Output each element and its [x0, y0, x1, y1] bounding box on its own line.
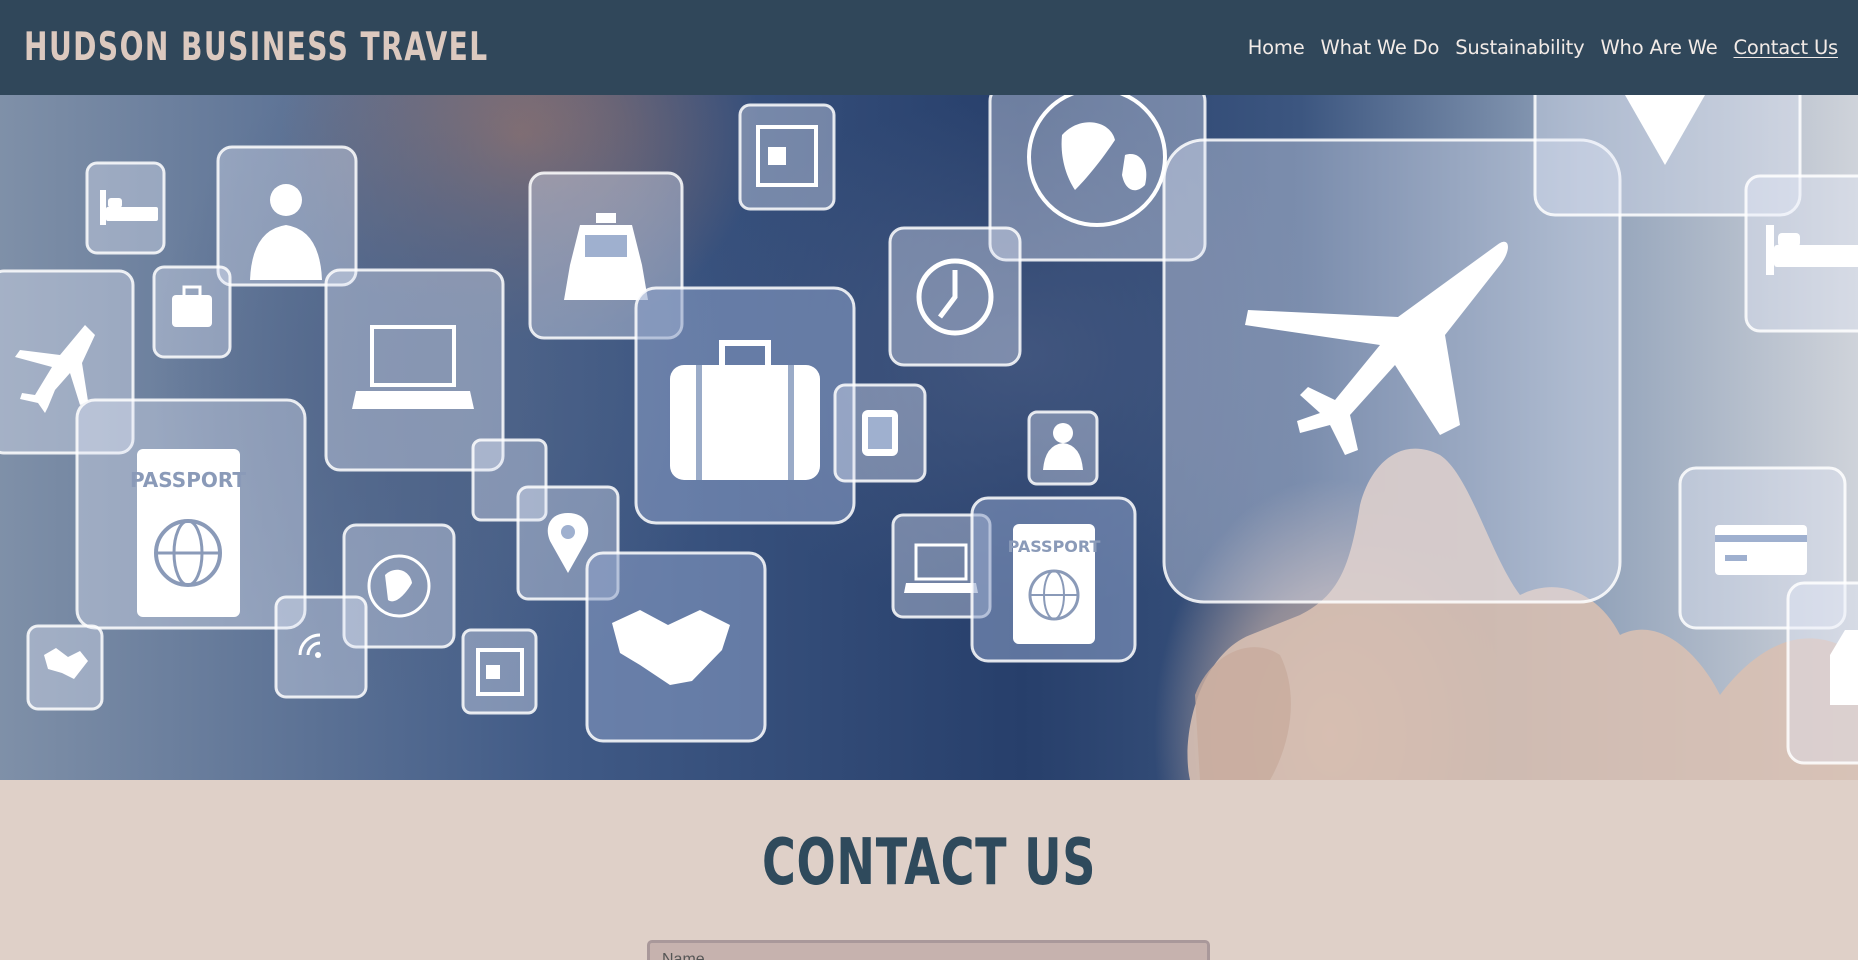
clock-icon — [888, 226, 1022, 367]
passport-icon-right: PASSPORT — [970, 496, 1137, 663]
person-icon — [216, 145, 358, 287]
svg-text:PASSPORT: PASSPORT — [130, 468, 246, 492]
contact-title-text: CONTACT US — [761, 826, 1097, 900]
handshake-small-icon — [26, 624, 104, 711]
person-small-icon — [1027, 410, 1099, 486]
brand-logo[interactable]: HUDSON BUSINESS TRAVEL — [24, 25, 489, 70]
car-icon — [1786, 581, 1858, 765]
nav-what-we-do[interactable]: What We Do — [1321, 36, 1440, 59]
nav-home[interactable]: Home — [1248, 36, 1305, 59]
hero-banner: .box { fill: rgba(225,232,248,0.38); str… — [0, 95, 1858, 780]
handshake-icon — [585, 551, 767, 743]
name-input[interactable] — [647, 940, 1210, 960]
bed-icon-right — [1744, 174, 1858, 333]
svg-text:PASSPORT: PASSPORT — [1008, 537, 1101, 556]
contact-title: CONTACT US — [0, 826, 1858, 900]
contact-section: CONTACT US — [0, 780, 1858, 960]
suitcase-small-icon — [152, 265, 232, 359]
nav-sustainability[interactable]: Sustainability — [1455, 36, 1584, 59]
hero-illustration: .box { fill: rgba(225,232,248,0.38); str… — [0, 95, 1858, 780]
bed-icon — [85, 161, 166, 255]
nav-contact-us[interactable]: Contact Us — [1734, 36, 1839, 59]
site-header: HUDSON BUSINESS TRAVEL Home What We Do S… — [0, 0, 1858, 95]
calendar-icon — [738, 103, 836, 211]
wifi-icon — [274, 595, 368, 699]
suitcase-icon — [634, 286, 856, 525]
watch-icon — [833, 383, 927, 483]
nav-who-are-we[interactable]: Who Are We — [1600, 36, 1717, 59]
calendar-small-icon — [461, 628, 538, 715]
main-nav: Home What We Do Sustainability Who Are W… — [1248, 36, 1838, 59]
passport-icon: PASSPORT — [75, 398, 307, 630]
